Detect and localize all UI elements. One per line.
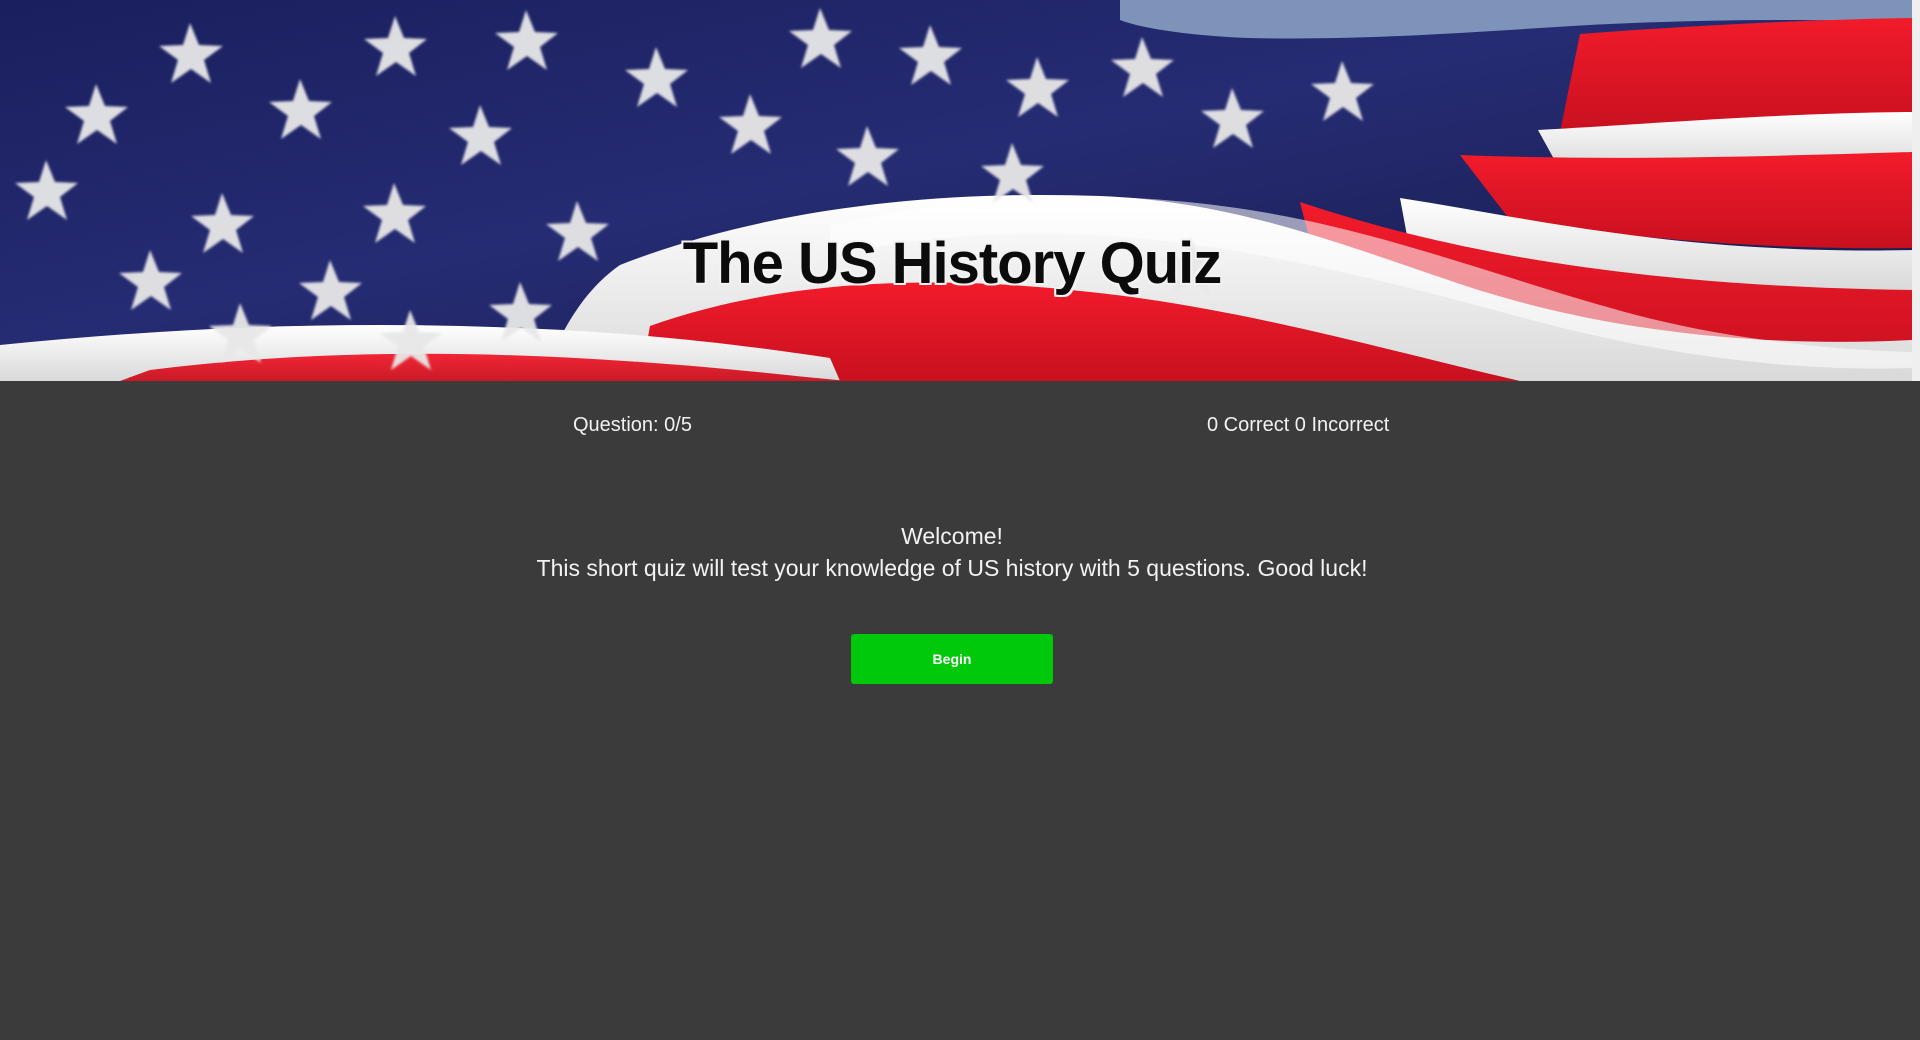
begin-button[interactable]: Begin <box>851 634 1053 684</box>
right-scroll-gutter <box>1912 0 1920 381</box>
welcome-message: Welcome! This short quiz will test your … <box>0 520 1904 584</box>
quiz-page: The US History Quiz Question: 0/5 0 Corr… <box>0 0 1920 1040</box>
score-summary: 0 Correct 0 Incorrect <box>1207 414 1390 436</box>
quiz-description: This short quiz will test your knowledge… <box>536 555 1368 581</box>
welcome-heading: Welcome! <box>901 523 1003 549</box>
american-flag-image <box>0 0 1912 381</box>
flag-banner: The US History Quiz <box>0 0 1912 381</box>
question-progress: Question: 0/5 <box>573 414 692 436</box>
begin-button-wrapper: Begin <box>851 634 1053 684</box>
quiz-stats: Question: 0/5 0 Correct 0 Incorrect <box>0 410 1920 440</box>
page-title: The US History Quiz <box>682 230 1223 296</box>
